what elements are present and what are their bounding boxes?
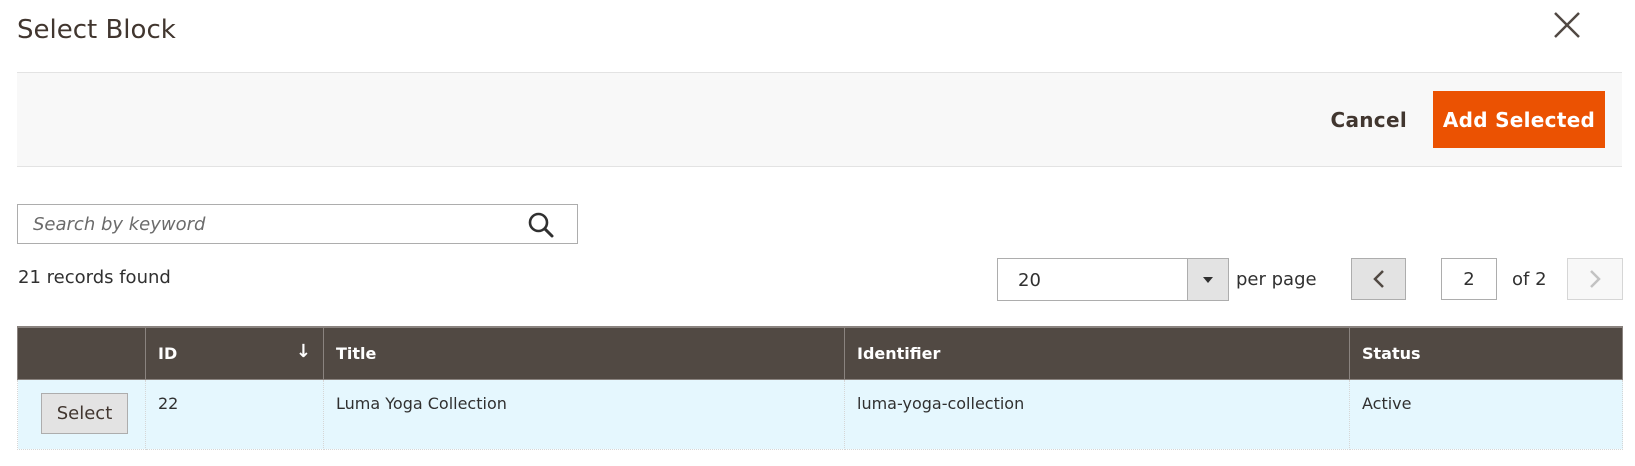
table-row[interactable]: Select 22 Luma Yoga Collection luma-yoga…	[17, 378, 1623, 450]
column-header-select	[17, 326, 146, 380]
column-header-status[interactable]: Status	[1349, 326, 1623, 380]
search-input[interactable]	[18, 205, 533, 243]
per-page-value: 20	[1018, 270, 1041, 291]
column-header-title[interactable]: Title	[323, 326, 845, 380]
current-page-input[interactable]	[1441, 258, 1497, 300]
chevron-right-icon	[1590, 270, 1601, 288]
chevron-left-icon	[1372, 270, 1384, 288]
cell-status: Active	[1349, 378, 1623, 450]
grid-header-row: ID ↓ Title Identifier Status	[17, 326, 1623, 380]
column-header-label: ID	[158, 343, 178, 363]
modal-action-bar: Cancel Add Selected	[17, 72, 1622, 167]
search-icon	[528, 212, 554, 238]
add-selected-button[interactable]: Add Selected	[1433, 91, 1605, 148]
cell-id: 22	[145, 378, 324, 450]
previous-page-button[interactable]	[1351, 258, 1406, 300]
search-button[interactable]	[527, 211, 555, 239]
select-button[interactable]: Select	[41, 392, 128, 434]
modal-title: Select Block	[17, 15, 176, 45]
cancel-button[interactable]: Cancel	[1331, 108, 1408, 132]
per-page-select[interactable]: 20	[997, 258, 1229, 301]
per-page-toggle[interactable]	[1187, 259, 1228, 300]
search-box	[17, 204, 578, 244]
sort-arrow-down-icon: ↓	[295, 341, 311, 362]
cell-identifier: luma-yoga-collection	[844, 378, 1350, 450]
close-button[interactable]	[1552, 10, 1582, 40]
next-page-button[interactable]	[1567, 258, 1623, 300]
column-header-identifier[interactable]: Identifier	[844, 326, 1350, 380]
cell-action: Select	[17, 378, 146, 450]
caret-down-icon	[1203, 276, 1213, 283]
blocks-grid: ID ↓ Title Identifier Status Select 22 L…	[17, 326, 1623, 450]
column-header-id[interactable]: ID ↓	[145, 326, 324, 380]
records-found: 21 records found	[18, 267, 171, 288]
close-icon	[1554, 12, 1580, 38]
per-page-label: per page	[1236, 269, 1317, 290]
cell-title: Luma Yoga Collection	[323, 378, 845, 450]
page-total: of 2	[1512, 269, 1547, 290]
